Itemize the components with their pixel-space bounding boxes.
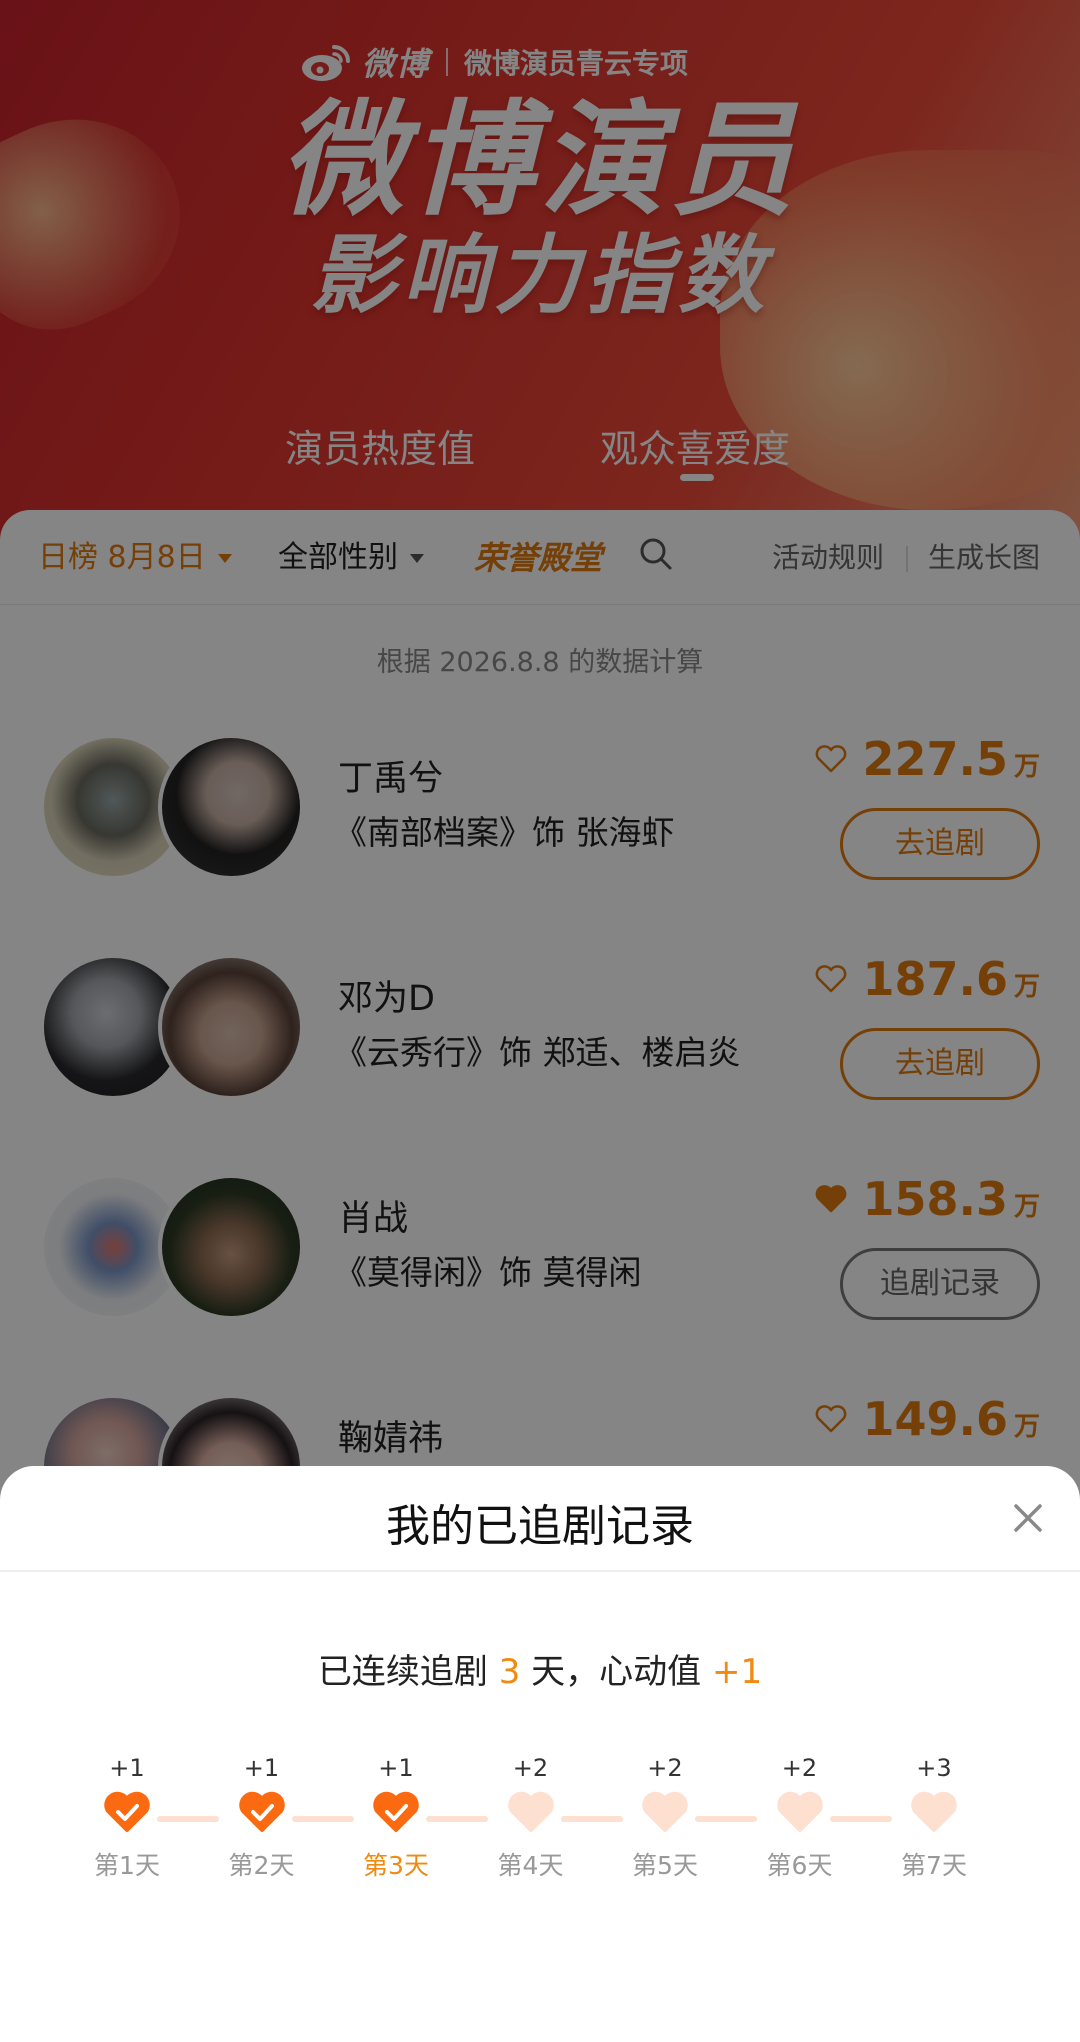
streak-mid: 天，心动值 bbox=[531, 1652, 702, 1692]
day-reward: +1 bbox=[109, 1754, 145, 1782]
streak-prefix: 已连续追剧 bbox=[317, 1652, 488, 1692]
heart-pending-icon bbox=[911, 1791, 957, 1832]
day-label: 第7天 bbox=[901, 1851, 967, 1880]
day-reward: +2 bbox=[647, 1754, 683, 1782]
day-label: 第1天 bbox=[94, 1851, 160, 1880]
day-reward: +3 bbox=[916, 1754, 952, 1782]
day-label: 第2天 bbox=[228, 1851, 295, 1880]
day-reward: +1 bbox=[243, 1754, 280, 1782]
day-label: 第4天 bbox=[497, 1851, 564, 1880]
streak-day-7: +3 第7天 bbox=[867, 1752, 1001, 1882]
divider bbox=[0, 1570, 1080, 1572]
heart-pending-icon bbox=[642, 1791, 688, 1832]
day-label: 第3天 bbox=[363, 1851, 429, 1880]
streak-summary: 已连续追剧 3 天，心动值 +1 bbox=[0, 1644, 1080, 1693]
close-icon[interactable] bbox=[1008, 1498, 1048, 1538]
day-label: 第5天 bbox=[632, 1851, 698, 1880]
heart-check-icon bbox=[373, 1791, 419, 1832]
day-reward: +1 bbox=[378, 1754, 414, 1782]
heart-pending-icon bbox=[507, 1791, 554, 1832]
heart-pending-icon bbox=[776, 1791, 823, 1832]
sheet-title: 我的已追剧记录 bbox=[386, 1501, 694, 1552]
streak-bonus: +1 bbox=[711, 1652, 763, 1692]
heart-check-icon bbox=[104, 1791, 150, 1832]
streak-days: 3 bbox=[498, 1652, 521, 1692]
heart-check-icon bbox=[238, 1791, 285, 1832]
day-reward: +2 bbox=[781, 1754, 818, 1782]
day-label: 第6天 bbox=[766, 1851, 833, 1880]
day-reward: +2 bbox=[512, 1754, 549, 1782]
